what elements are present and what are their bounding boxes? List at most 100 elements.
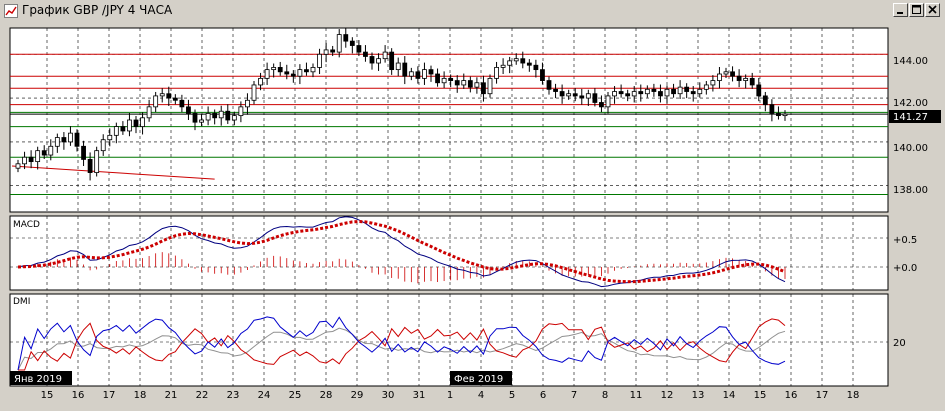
x-tick-label: 21 bbox=[165, 390, 178, 401]
x-tick-label: 6 bbox=[540, 390, 546, 401]
candle-body bbox=[625, 93, 631, 97]
x-tick-label: 18 bbox=[134, 390, 147, 401]
x-tick-label: 4 bbox=[478, 390, 484, 401]
candle-body bbox=[22, 156, 27, 165]
candle-body bbox=[651, 88, 657, 92]
candle-body bbox=[54, 137, 60, 147]
candle-body bbox=[369, 56, 375, 64]
candle-body bbox=[710, 80, 716, 86]
candle-body bbox=[756, 84, 762, 97]
candle-body bbox=[74, 132, 80, 147]
candle-body bbox=[199, 119, 204, 123]
candle-body bbox=[48, 145, 54, 156]
close-button[interactable] bbox=[925, 3, 940, 17]
candle-body bbox=[461, 80, 467, 86]
candle-body bbox=[356, 45, 362, 53]
candle-body bbox=[15, 163, 21, 169]
candle-body bbox=[179, 99, 185, 108]
x-tick-label: 18 bbox=[847, 390, 860, 401]
candle-body bbox=[428, 69, 434, 75]
candle-body bbox=[585, 93, 591, 99]
x-tick-label: 7 bbox=[571, 390, 577, 401]
month-label-feb: Фев 2019 bbox=[454, 374, 503, 385]
axis-labels: 15 16 17 18 21 22 23 24 25 28 29 30 31 1 4 5 6 7 8 11 12 13 14… bbox=[41, 390, 860, 401]
last-price-label: 141.27 bbox=[893, 112, 928, 123]
y-tick-140: 140.00 bbox=[893, 143, 928, 154]
candle-body bbox=[599, 102, 604, 108]
dmi-panel[interactable] bbox=[9, 293, 889, 387]
macd-tick-05: +0.5 bbox=[893, 235, 917, 246]
candle-body bbox=[402, 62, 408, 77]
x-tick-label: 29 bbox=[351, 390, 364, 401]
x-tick-label: 16 bbox=[785, 390, 798, 401]
candle-body bbox=[605, 95, 611, 108]
candle-body bbox=[769, 104, 775, 114]
maximize-icon bbox=[912, 5, 921, 14]
x-tick-label: 5 bbox=[509, 390, 515, 401]
candle-body bbox=[533, 64, 539, 71]
x-tick-label: 12 bbox=[661, 390, 674, 401]
candle-body bbox=[231, 115, 237, 121]
candle-body bbox=[703, 84, 709, 90]
candle-body bbox=[520, 58, 526, 64]
x-tick-label: 15 bbox=[41, 390, 54, 401]
x-tick-label: 8 bbox=[602, 390, 608, 401]
candle-body bbox=[120, 126, 126, 132]
candle-body bbox=[566, 93, 572, 97]
candle-body bbox=[612, 91, 617, 97]
candle-body bbox=[690, 91, 696, 95]
candle-body bbox=[41, 150, 47, 156]
candle-body bbox=[743, 77, 749, 81]
candle-body bbox=[389, 51, 395, 71]
candle-body bbox=[467, 80, 473, 88]
x-tick-label: 24 bbox=[258, 390, 271, 401]
window-titlebar[interactable]: График GBP /JPY 4 ЧАСА bbox=[0, 0, 945, 23]
candle-body bbox=[251, 84, 257, 101]
candle-body bbox=[546, 80, 552, 90]
chart-canvas[interactable]: 15 16 17 18 21 22 23 24 25 28 29 30 31 1 4 5 6 7 8 11 12 13 14… bbox=[0, 22, 945, 407]
x-tick-label: 16 bbox=[72, 390, 85, 401]
candle-body bbox=[159, 93, 165, 97]
candle-body bbox=[349, 40, 355, 46]
candle-body bbox=[664, 88, 670, 97]
candle-body bbox=[454, 80, 460, 86]
candle-body bbox=[330, 49, 336, 53]
candle-body bbox=[192, 113, 198, 123]
candle-body bbox=[304, 69, 309, 73]
candle-body bbox=[323, 49, 329, 55]
candle-body bbox=[28, 156, 34, 163]
y-tick-144: 144.00 bbox=[893, 56, 928, 67]
macd-tick-00: +0.0 bbox=[893, 263, 917, 274]
candle-body bbox=[94, 150, 100, 173]
minimize-button[interactable] bbox=[893, 3, 908, 17]
dmi-title: DMI bbox=[13, 297, 30, 307]
chart-app-icon bbox=[4, 4, 18, 18]
candle-body bbox=[100, 139, 106, 152]
candle-body bbox=[382, 51, 388, 60]
candle-body bbox=[310, 67, 316, 73]
candle-body bbox=[87, 159, 93, 173]
candle-body bbox=[153, 95, 159, 108]
candle-body bbox=[448, 77, 454, 81]
maximize-button[interactable] bbox=[909, 3, 924, 17]
x-tick-label: 14 bbox=[723, 390, 736, 401]
candle-body bbox=[218, 110, 224, 119]
candle-body bbox=[749, 77, 755, 86]
candle-body bbox=[166, 93, 172, 99]
candle-body bbox=[225, 110, 231, 121]
candle-body bbox=[408, 71, 414, 77]
candle-body bbox=[133, 119, 139, 127]
candle-body bbox=[238, 106, 244, 117]
candle-body bbox=[474, 82, 480, 88]
candle-body bbox=[205, 113, 211, 121]
candle-body bbox=[776, 113, 781, 117]
candle-body bbox=[487, 77, 493, 95]
candle-body bbox=[277, 67, 283, 73]
candle-body bbox=[212, 113, 218, 119]
candle-body bbox=[638, 91, 644, 95]
candle-body bbox=[146, 106, 152, 119]
candle-body bbox=[343, 34, 349, 42]
candle-body bbox=[61, 137, 67, 143]
candle-body bbox=[35, 150, 41, 163]
candle-body bbox=[697, 88, 703, 95]
